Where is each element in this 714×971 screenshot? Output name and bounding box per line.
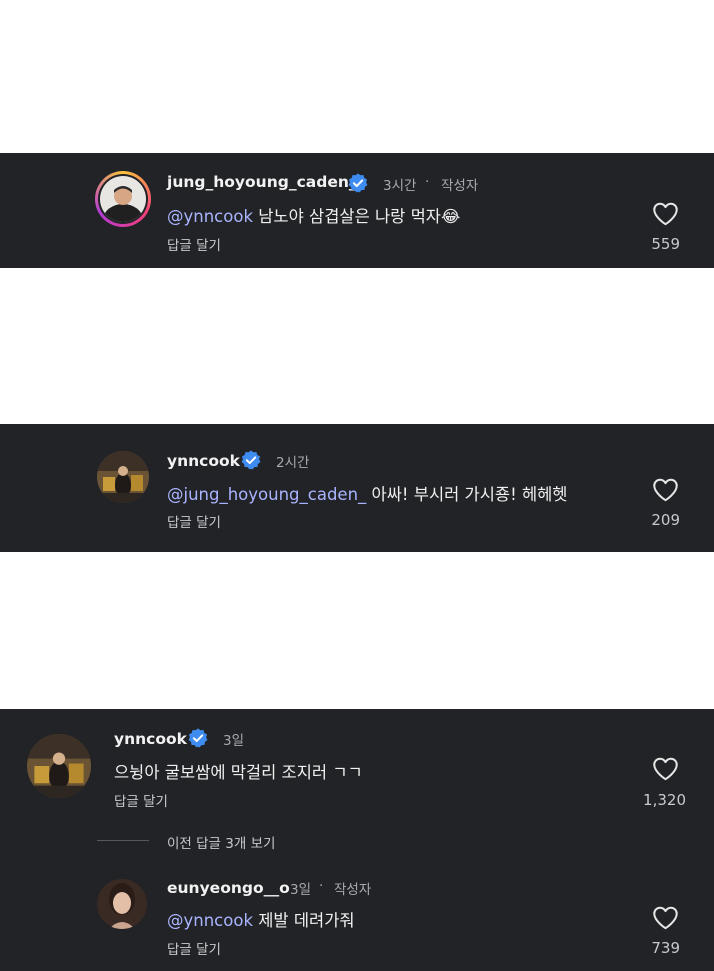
reply-button[interactable]: 답글 달기 — [114, 790, 168, 810]
replies-divider — [97, 840, 149, 841]
comment-time: 3시간 — [383, 178, 417, 194]
author-badge: 작성자 — [334, 882, 372, 898]
comment-body-text: 으뉭아 굴보쌈에 막걸리 조지러 ㄱㄱ — [114, 763, 363, 782]
reply-button[interactable]: 답글 달기 — [167, 511, 221, 531]
verified-badge-icon — [188, 728, 208, 748]
avatar-ynncook[interactable] — [97, 451, 149, 503]
comment-time: 3일 — [223, 733, 245, 749]
username[interactable]: jung_hoyoung_caden_ — [167, 173, 357, 191]
like-count: 559 — [651, 235, 680, 253]
comment-time: 2시간 — [276, 455, 310, 471]
like-heart-icon[interactable] — [652, 477, 679, 502]
verified-badge-icon — [241, 450, 261, 470]
reply-button[interactable]: 답글 달기 — [167, 938, 221, 958]
like-heart-icon[interactable] — [652, 905, 679, 930]
comment-body-text: 제발 데려가줘 — [253, 911, 355, 930]
meta-separator: · — [319, 878, 324, 894]
like-count: 1,320 — [643, 791, 686, 809]
meta-separator: · — [425, 174, 430, 190]
comment-text: @ynncook 남노야 삼겹살은 나랑 먹자😂 — [167, 203, 460, 227]
mention-link[interactable]: @ynncook — [167, 911, 253, 930]
comment-body-text: 남노야 삼겹살은 나랑 먹자😂 — [253, 207, 461, 226]
username[interactable]: ynncook — [114, 730, 187, 748]
avatar-jung-hoyoung[interactable] — [95, 171, 151, 227]
comment-body-text: 아싸! 부시러 가시죵! 헤헤헷 — [366, 485, 568, 504]
like-heart-icon[interactable] — [652, 756, 679, 781]
comment-panel-3: ynncook 3일 으뉭아 굴보쌈에 막걸리 조지러 ㄱㄱ 답글 달기 1,3… — [0, 709, 714, 971]
avatar-ynncook[interactable] — [27, 734, 91, 798]
mention-link[interactable]: @ynncook — [167, 207, 253, 226]
author-badge: 작성자 — [441, 178, 479, 194]
comment-time: 3일 — [290, 882, 312, 898]
verified-badge-icon — [348, 173, 368, 193]
view-previous-replies-button[interactable]: 이전 답글 3개 보기 — [167, 832, 275, 852]
like-count: 209 — [651, 511, 680, 529]
comment-panel-2: ynncook 2시간 @jung_hoyoung_caden_ 아싸! 부시러… — [0, 424, 714, 552]
reply-button[interactable]: 답글 달기 — [167, 234, 221, 254]
like-count: 739 — [651, 939, 680, 957]
username[interactable]: eunyeongo__o — [167, 879, 290, 897]
avatar-eunyeongo[interactable] — [97, 879, 147, 929]
like-heart-icon[interactable] — [652, 201, 679, 226]
comment-text: @jung_hoyoung_caden_ 아싸! 부시러 가시죵! 헤헤헷 — [167, 481, 568, 505]
username[interactable]: ynncook — [167, 452, 240, 470]
mention-link[interactable]: @jung_hoyoung_caden_ — [167, 485, 366, 504]
comment-panel-1: jung_hoyoung_caden_ 3시간 · 작성자 @ynncook 남… — [0, 153, 714, 268]
comment-text: @ynncook 제발 데려가줘 — [167, 907, 355, 931]
